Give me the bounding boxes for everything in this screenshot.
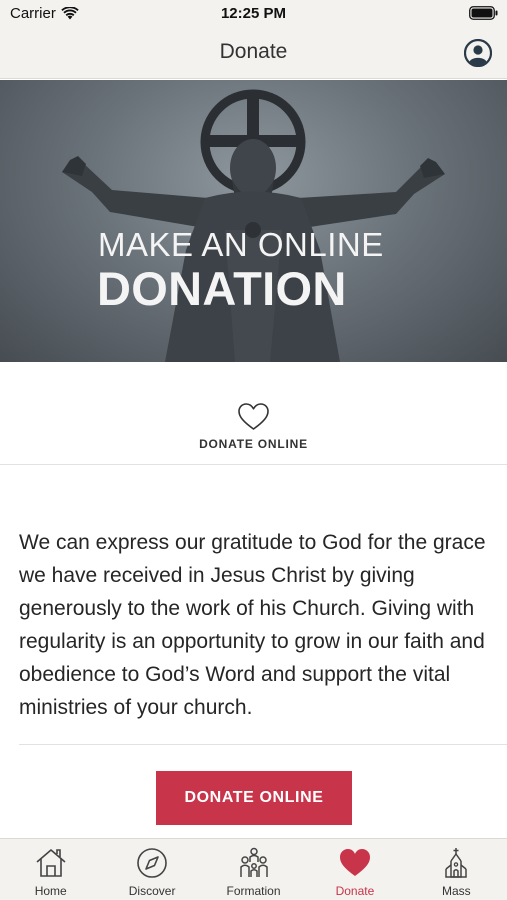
donate-online-button[interactable]: DONATE ONLINE (156, 771, 352, 825)
statue-image (62, 89, 445, 362)
church-icon (445, 848, 468, 878)
battery-icon (469, 6, 498, 20)
status-time: 12:25 PM (220, 5, 287, 22)
page-title: Donate (219, 40, 288, 63)
navigation-bar: Donate (0, 28, 507, 79)
tab-donate[interactable]: Donate (304, 839, 405, 900)
compass-icon (137, 848, 167, 878)
tab-home[interactable]: Home (0, 839, 101, 900)
tab-discover-label: Discover (128, 884, 176, 898)
tab-donate-label: Donate (335, 884, 375, 898)
tab-bar: Home Discover Formation Donate Mass (0, 838, 507, 900)
tab-formation-label: Formation (226, 884, 281, 898)
tab-mass[interactable]: Mass (406, 839, 507, 900)
donation-description: We can express our gratitude to God for … (19, 531, 486, 719)
home-icon (36, 849, 66, 877)
donate-screen: Carrier 12:25 PM Donate MAKE AN ONLINE D… (0, 0, 507, 900)
donate-online-tile-label: DONATE ONLINE (199, 437, 308, 451)
hero-banner: MAKE AN ONLINE DONATION (0, 80, 507, 362)
profile-icon[interactable] (464, 39, 492, 67)
donate-online-tile[interactable]: DONATE ONLINE (0, 362, 507, 465)
tab-formation[interactable]: Formation (203, 839, 304, 900)
tab-mass-label: Mass (441, 884, 471, 898)
heart-icon (339, 849, 370, 876)
hero-title-line1: MAKE AN ONLINE (98, 226, 384, 263)
divider (19, 744, 507, 745)
hero-title-line2: DONATION (97, 262, 347, 315)
status-bar: Carrier 12:25 PM (0, 0, 507, 28)
tab-home-label: Home (34, 884, 67, 898)
heart-outline-icon (238, 403, 269, 430)
people-icon (239, 847, 268, 877)
tab-discover[interactable]: Discover (101, 839, 202, 900)
